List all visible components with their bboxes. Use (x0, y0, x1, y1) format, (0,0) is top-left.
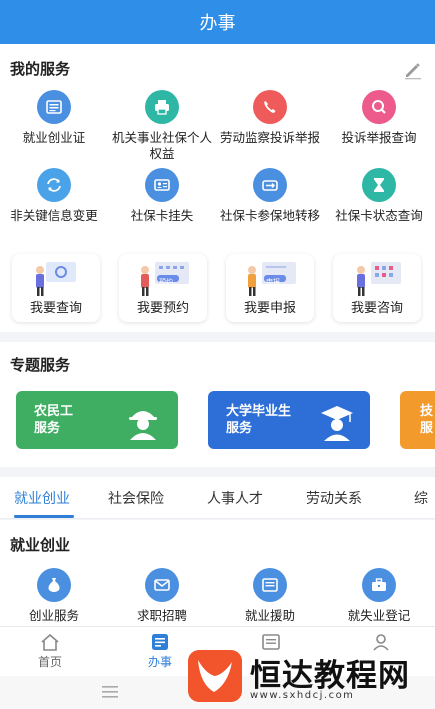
my-services-title: 我的服务 (10, 60, 71, 78)
banner-line: 服 (420, 421, 434, 436)
page-title: 办事 (199, 13, 236, 34)
service-card-loss[interactable]: 社保卡挂失 (108, 168, 216, 224)
appointment-tag: 预约 (159, 278, 173, 286)
quick-label: 我要申报 (243, 301, 296, 316)
banner-migrant-workers[interactable]: 农民工 服务 (16, 391, 178, 449)
banner-line: 服务 (226, 421, 253, 436)
id-card-icon (46, 100, 62, 114)
service-label: 社保卡状态查询 (335, 208, 423, 223)
menu-icon[interactable] (102, 686, 118, 698)
page-title-bar: 办事 (0, 0, 435, 44)
service-employment-aid[interactable]: 就业援助 (216, 568, 324, 624)
my-services-card: 我的服务 就业创业证 机关事业社保个人权益 劳动监察投诉举报 投诉举报查询 非关… (0, 44, 435, 332)
service-label: 社保卡挂失 (130, 208, 194, 223)
watermark-logo-icon (188, 650, 242, 702)
employment-card: 就业创业 创业服务 求职招聘 就业援助 就失业登记 (0, 520, 435, 626)
hourglass-icon (374, 178, 384, 192)
service-label: 投诉举报查询 (341, 130, 417, 145)
service-startup[interactable]: 创业服务 (0, 568, 108, 624)
tab-labor-relations[interactable]: 劳动关系 (306, 488, 362, 508)
service-info-change[interactable]: 非关键信息变更 (0, 168, 108, 224)
document-icon (262, 578, 278, 592)
refresh-icon (47, 178, 61, 192)
service-label: 非关键信息变更 (10, 208, 98, 223)
tab-active-indicator (14, 515, 74, 518)
quick-appointment-card[interactable]: 预约 我要预约 (119, 254, 207, 322)
special-services-title: 专题服务 (10, 356, 71, 374)
service-label: 就业援助 (244, 608, 295, 623)
person-consult-illustration (357, 262, 401, 296)
briefcase-icon (372, 578, 386, 591)
watermark-title: 恒达教程网 (250, 658, 410, 694)
service-unemployment-register[interactable]: 就失业登记 (325, 568, 433, 624)
tab-personnel[interactable]: 人事人才 (207, 488, 263, 508)
tab-social-insurance[interactable]: 社会保险 (108, 488, 164, 508)
service-label: 劳动监察投诉举报 (220, 130, 321, 145)
employment-title: 就业创业 (10, 536, 71, 554)
quick-consult-card[interactable]: 我要咨询 (333, 254, 421, 322)
banner-graduates[interactable]: 大学毕业生 服务 (208, 391, 370, 449)
person-query-illustration (36, 262, 76, 296)
tab-comprehensive[interactable]: 综 (414, 488, 428, 508)
banner-line: 技 (420, 404, 434, 419)
money-bag-icon (48, 578, 60, 592)
card-user-icon (154, 179, 170, 191)
category-tabs: 就业创业 社会保险 人事人才 劳动关系 综 (0, 477, 435, 519)
service-job-recruit[interactable]: 求职招聘 (108, 568, 216, 624)
service-label: 社保卡参保地转移 (220, 208, 321, 223)
watermark-url: www.sxhdcj.com (250, 690, 355, 701)
search-icon (372, 100, 386, 114)
phone-icon (264, 101, 276, 113)
tab-employment[interactable]: 就业创业 (14, 488, 70, 508)
quick-label: 我要预约 (136, 301, 189, 316)
service-institution-insurance[interactable]: 机关事业社保个人权益 (108, 90, 216, 162)
banner-line: 大学毕业生 (226, 404, 292, 419)
service-labor-complaint[interactable]: 劳动监察投诉举报 (216, 90, 324, 146)
service-label: 就失业登记 (347, 608, 411, 623)
transfer-icon (262, 180, 278, 191)
envelope-icon (154, 579, 170, 591)
home-icon (41, 633, 59, 651)
quick-query-card[interactable]: 我要查询 (12, 254, 100, 322)
banner-skills[interactable]: 技服 (400, 391, 435, 449)
nav-label: 办事 (147, 655, 172, 669)
site-watermark: 恒达教程网 www.sxhdcj.com (188, 648, 435, 706)
nav-tasks[interactable]: 办事 (125, 631, 195, 670)
banner-line: 农民工 (34, 404, 74, 419)
service-employment-card[interactable]: 就业创业证 (0, 90, 108, 146)
quick-declare-card[interactable]: 申报 我要申报 (226, 254, 314, 322)
declare-tag: 申报 (266, 278, 280, 286)
banner-line: 服务 (34, 421, 61, 436)
tasks-icon (152, 634, 168, 650)
service-label: 就业创业证 (22, 130, 86, 145)
worker-helmet-icon (129, 411, 157, 440)
service-complaint-query[interactable]: 投诉举报查询 (325, 90, 433, 146)
service-label: 创业服务 (28, 608, 79, 623)
nav-label: 首页 (37, 655, 62, 669)
service-label: 机关事业社保个人权益 (112, 130, 213, 161)
graduate-cap-icon (321, 406, 353, 441)
quick-label: 我要查询 (29, 301, 82, 316)
service-card-transfer[interactable]: 社保卡参保地转移 (216, 168, 324, 224)
service-label: 求职招聘 (136, 608, 187, 623)
nav-home[interactable]: 首页 (15, 631, 85, 670)
service-card-status[interactable]: 社保卡状态查询 (325, 168, 433, 224)
quick-label: 我要咨询 (350, 301, 403, 316)
edit-pencil-icon[interactable] (403, 60, 423, 80)
printer-icon (155, 100, 169, 115)
